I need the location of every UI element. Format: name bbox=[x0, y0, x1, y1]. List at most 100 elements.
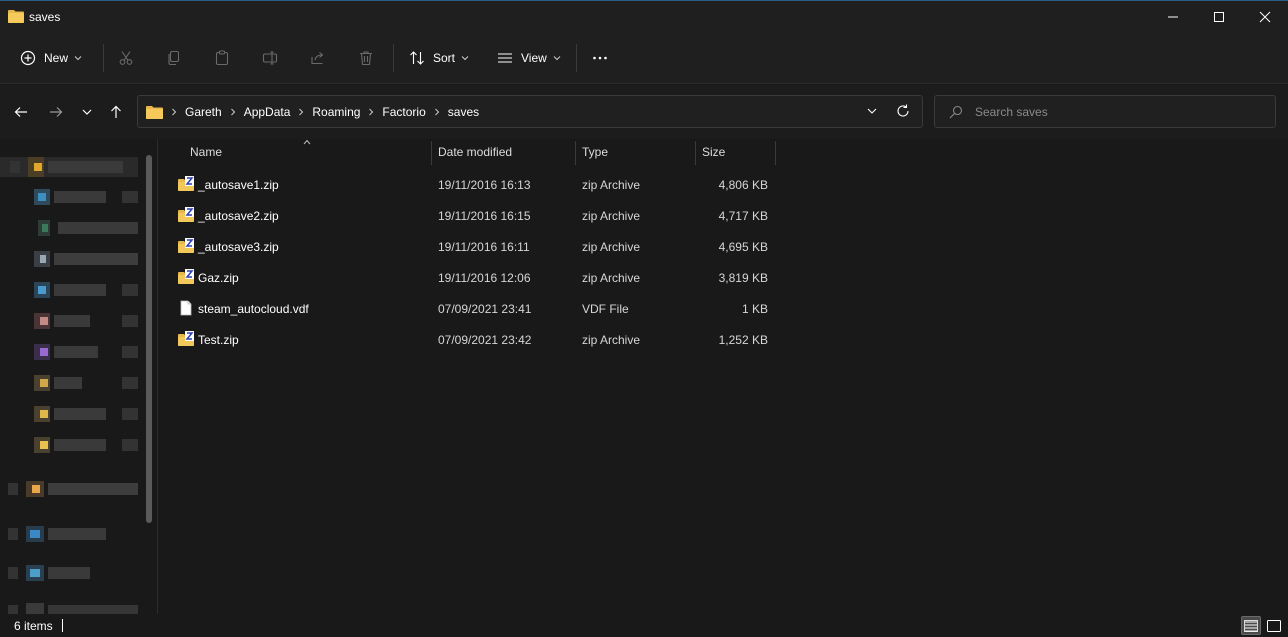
sidebar-item[interactable] bbox=[0, 282, 138, 298]
copy-icon bbox=[168, 50, 180, 66]
chevron-right-icon bbox=[172, 108, 177, 115]
search-icon bbox=[949, 105, 963, 118]
sidebar-item[interactable] bbox=[0, 313, 138, 329]
chevron-right-icon bbox=[434, 108, 439, 115]
sidebar-item[interactable] bbox=[0, 157, 138, 177]
file-row[interactable]: _autosave1.zip 19/11/2016 16:13 zip Arch… bbox=[172, 170, 782, 201]
up-button[interactable] bbox=[105, 101, 127, 123]
column-divider[interactable] bbox=[775, 141, 776, 165]
toolbar-divider bbox=[576, 44, 577, 72]
breadcrumb-roaming[interactable]: Roaming bbox=[312, 105, 360, 119]
minimize-button[interactable] bbox=[1150, 1, 1196, 32]
arrow-left-icon bbox=[14, 107, 27, 117]
search-box[interactable] bbox=[934, 95, 1276, 128]
chevron-down-icon bbox=[74, 56, 82, 61]
file-date: 07/09/2021 23:42 bbox=[438, 333, 532, 347]
forward-button[interactable] bbox=[45, 101, 67, 123]
file-type: VDF File bbox=[582, 302, 629, 316]
column-header-date-modified[interactable]: Date modified bbox=[438, 139, 512, 165]
zip-folder-icon bbox=[178, 269, 194, 284]
column-header-type[interactable]: Type bbox=[582, 139, 608, 165]
column-divider[interactable] bbox=[575, 141, 576, 165]
file-type: zip Archive bbox=[582, 271, 641, 285]
rename-button[interactable] bbox=[262, 42, 278, 74]
item-count: 6 items bbox=[14, 619, 53, 633]
plus-circle-icon bbox=[20, 50, 36, 66]
sidebar-scrollbar[interactable] bbox=[146, 155, 152, 523]
close-icon bbox=[1259, 11, 1271, 22]
title-bar: saves bbox=[0, 0, 1288, 32]
column-divider[interactable] bbox=[695, 141, 696, 165]
delete-button[interactable] bbox=[358, 42, 374, 74]
column-divider[interactable] bbox=[431, 141, 432, 165]
share-button[interactable] bbox=[310, 42, 326, 74]
more-options-button[interactable] bbox=[592, 42, 608, 74]
back-button[interactable] bbox=[10, 101, 32, 123]
sidebar-item[interactable] bbox=[0, 251, 138, 267]
breadcrumb-saves[interactable]: saves bbox=[448, 105, 479, 119]
file-row[interactable]: Test.zip 07/09/2021 23:42 zip Archive 1,… bbox=[172, 325, 782, 356]
sidebar-item[interactable] bbox=[0, 565, 138, 581]
file-row[interactable]: steam_autocloud.vdf 07/09/2021 23:41 VDF… bbox=[172, 294, 782, 325]
file-size: 4,806 KB bbox=[718, 178, 768, 192]
cut-icon bbox=[119, 51, 133, 65]
sort-button[interactable]: Sort bbox=[409, 42, 469, 74]
file-name: _autosave1.zip bbox=[198, 178, 279, 192]
maximize-button[interactable] bbox=[1196, 1, 1242, 32]
paste-button[interactable] bbox=[214, 42, 230, 74]
sort-ascending-icon bbox=[303, 139, 311, 145]
sidebar-item[interactable] bbox=[0, 406, 138, 422]
sidebar-item[interactable] bbox=[0, 189, 138, 205]
sort-icon bbox=[410, 51, 424, 65]
sidebar-item[interactable] bbox=[0, 220, 138, 236]
chevron-right-icon bbox=[230, 108, 235, 115]
new-button[interactable]: New bbox=[20, 42, 82, 74]
address-bar[interactable]: Gareth AppData Roaming Factorio saves bbox=[137, 95, 923, 128]
breadcrumb-gareth[interactable]: Gareth bbox=[185, 105, 222, 119]
folder-icon bbox=[8, 10, 24, 23]
sidebar-item[interactable] bbox=[0, 603, 138, 614]
file-name: _autosave2.zip bbox=[198, 209, 279, 223]
file-date: 07/09/2021 23:41 bbox=[438, 302, 532, 316]
view-icon bbox=[498, 53, 512, 63]
sort-label: Sort bbox=[433, 51, 456, 65]
sidebar-item[interactable] bbox=[0, 344, 138, 360]
column-header-size[interactable]: Size bbox=[702, 139, 725, 165]
close-button[interactable] bbox=[1242, 1, 1288, 32]
large-icons-view-button[interactable] bbox=[1264, 616, 1284, 635]
file-date: 19/11/2016 12:06 bbox=[438, 271, 531, 285]
file-type: zip Archive bbox=[582, 333, 641, 347]
refresh-icon[interactable] bbox=[896, 104, 910, 118]
file-name: Gaz.zip bbox=[198, 271, 239, 285]
file-name: steam_autocloud.vdf bbox=[198, 302, 309, 316]
recent-locations-button[interactable] bbox=[76, 101, 98, 123]
minimize-icon bbox=[1168, 16, 1178, 17]
copy-button[interactable] bbox=[166, 42, 182, 74]
zip-folder-icon bbox=[178, 331, 194, 346]
arrow-up-icon bbox=[111, 105, 121, 118]
zip-folder-icon bbox=[178, 176, 194, 191]
column-header-name[interactable]: Name bbox=[190, 139, 222, 165]
file-date: 19/11/2016 16:11 bbox=[438, 240, 530, 254]
file-row[interactable]: Gaz.zip 19/11/2016 12:06 zip Archive 3,8… bbox=[172, 263, 782, 294]
sidebar-item[interactable] bbox=[0, 375, 138, 391]
arrow-right-icon bbox=[50, 107, 63, 117]
details-view-icon bbox=[1244, 619, 1258, 632]
address-history-chevron-icon[interactable] bbox=[866, 105, 878, 117]
search-input[interactable] bbox=[975, 104, 1255, 119]
sidebar-item[interactable] bbox=[0, 437, 138, 453]
zip-folder-icon bbox=[178, 207, 194, 222]
sidebar-item[interactable] bbox=[0, 526, 138, 542]
thumbnail-view-icon bbox=[1267, 619, 1281, 632]
cut-button[interactable] bbox=[118, 42, 134, 74]
sidebar-item[interactable] bbox=[0, 481, 138, 497]
rename-icon bbox=[262, 51, 278, 65]
file-row[interactable]: _autosave3.zip 19/11/2016 16:11 zip Arch… bbox=[172, 232, 782, 263]
view-button[interactable]: View bbox=[497, 42, 561, 74]
file-row[interactable]: _autosave2.zip 19/11/2016 16:15 zip Arch… bbox=[172, 201, 782, 232]
breadcrumb-factorio[interactable]: Factorio bbox=[382, 105, 425, 119]
file-size: 1 KB bbox=[741, 302, 768, 316]
window-title: saves bbox=[29, 10, 61, 24]
details-view-button[interactable] bbox=[1241, 616, 1261, 635]
breadcrumb-appdata[interactable]: AppData bbox=[244, 105, 291, 119]
